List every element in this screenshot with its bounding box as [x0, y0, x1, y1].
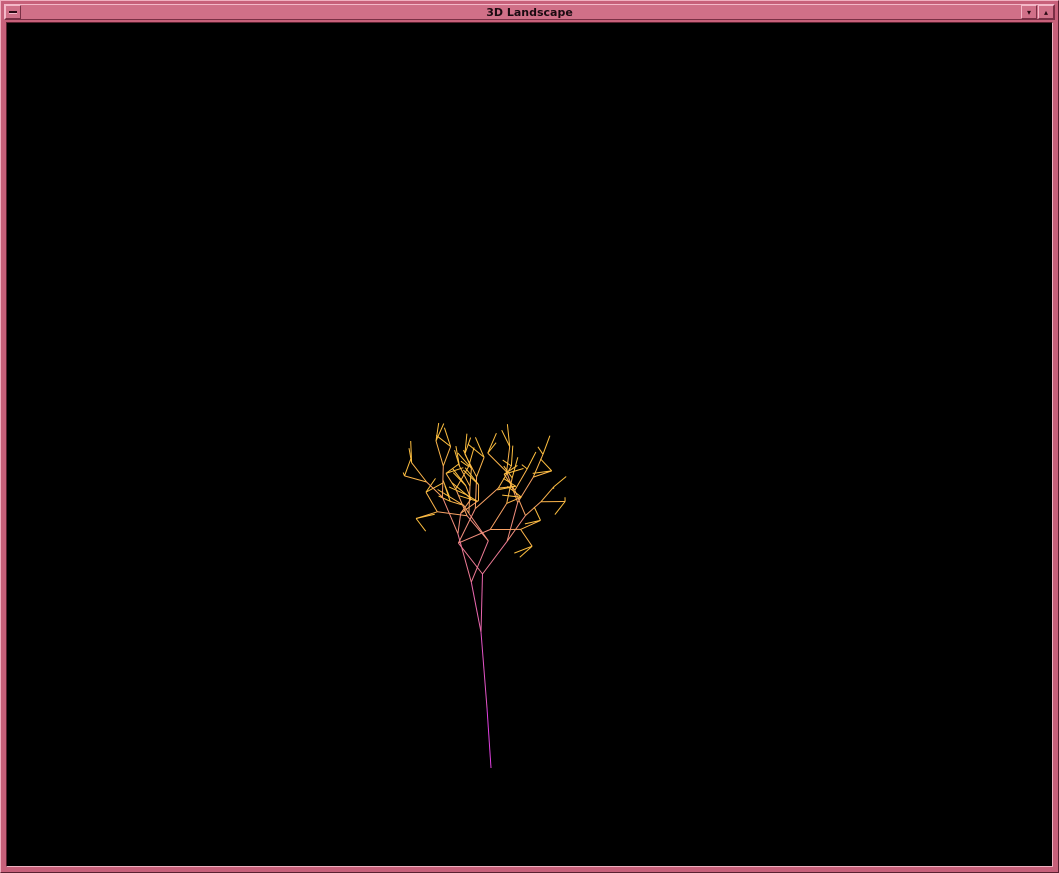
maximize-button[interactable]: ▴	[1038, 5, 1054, 19]
branch-segment	[526, 451, 537, 470]
fractal-tree	[402, 422, 567, 769]
branch-segment	[415, 518, 427, 532]
branch-segment	[458, 465, 471, 487]
app-window: 3D Landscape ▾ ▴	[0, 0, 1059, 873]
branch-segment	[553, 476, 567, 488]
branch-segment	[540, 458, 553, 472]
branch-segment	[520, 519, 541, 530]
branch-segment	[425, 491, 438, 513]
window-title: 3D Landscape	[486, 6, 573, 19]
branch-segment	[524, 519, 541, 525]
branch-segment	[533, 506, 541, 521]
minimize-button[interactable]: ▾	[1021, 5, 1037, 19]
branch-segment	[476, 457, 485, 477]
branch-segment	[506, 446, 511, 472]
branch-segment	[415, 513, 435, 519]
branch-segment	[411, 462, 427, 483]
branch-segment	[532, 454, 544, 478]
branch-segment	[470, 582, 482, 633]
branch-segment	[542, 435, 551, 455]
branch-segment	[445, 463, 459, 474]
branch-segment	[506, 502, 519, 542]
branch-segment	[520, 529, 533, 547]
branch-segment	[435, 440, 444, 467]
render-canvas[interactable]	[6, 22, 1053, 867]
branch-segment	[525, 501, 542, 516]
branch-segment	[497, 465, 512, 489]
branch-segment	[404, 459, 412, 477]
minimize-icon: ▾	[1026, 7, 1031, 17]
branch-segment	[480, 632, 488, 709]
branch-segment	[489, 503, 508, 530]
branch-segment	[554, 501, 566, 515]
title-bar[interactable]: 3D Landscape ▾ ▴	[4, 4, 1055, 20]
branch-segment	[511, 457, 519, 479]
branch-segment	[519, 545, 533, 558]
branch-segment	[470, 540, 489, 583]
branch-segment	[510, 445, 514, 467]
branch-segment	[487, 452, 507, 473]
branch-segment	[514, 468, 528, 491]
branch-segment	[514, 545, 533, 554]
branch-segment	[486, 707, 492, 769]
branch-segment	[480, 573, 483, 633]
branch-segment	[514, 490, 526, 516]
branch-segment	[537, 446, 544, 455]
maximize-icon: ▴	[1043, 7, 1048, 17]
branch-segment	[468, 447, 475, 467]
branch-segment	[404, 475, 427, 483]
branch-segment	[466, 515, 489, 542]
branch-segment	[442, 446, 452, 467]
branch-segment	[445, 473, 457, 490]
branch-segment	[540, 486, 555, 503]
branch-segment	[457, 513, 462, 534]
